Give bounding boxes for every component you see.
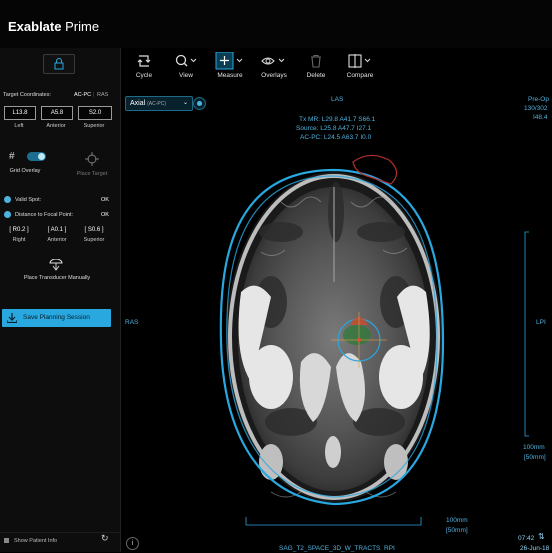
vertical-scale-secondary: [50mm] xyxy=(524,454,546,461)
offset-anterior-value: [ A0.1 ] xyxy=(47,227,67,233)
offset-superior-value: [ S0.6 ] xyxy=(84,227,104,233)
delete-button[interactable]: Delete xyxy=(302,52,330,79)
view-mode-sub: (AC-PC) xyxy=(147,101,167,107)
orientation-right: LPI xyxy=(536,319,546,326)
sort-arrows-icon[interactable]: ⇅ xyxy=(538,532,545,541)
place-target-button[interactable]: Place Target xyxy=(70,171,114,177)
coord-left-label: Left xyxy=(14,123,24,129)
measure-button[interactable]: Measure xyxy=(214,52,246,79)
place-transducer-button[interactable]: Place Transducer Manually xyxy=(2,275,112,281)
lock-button[interactable] xyxy=(43,54,75,74)
grid-overlay-toggle[interactable] xyxy=(27,152,46,161)
distance-status: OK xyxy=(101,212,109,218)
cycle-label: Cycle xyxy=(135,72,153,79)
download-icon xyxy=(7,313,17,323)
view-sync-button[interactable] xyxy=(193,97,206,110)
tx-mr-coords: Tx MR: L29.8 A41.7 S66.1 xyxy=(299,116,376,123)
coord-system-acpc[interactable]: AC-PC xyxy=(74,92,91,98)
valid-spot-check-icon xyxy=(4,196,11,203)
measure-label: Measure xyxy=(217,72,243,79)
overlays-label: Overlays xyxy=(261,72,287,79)
lock-icon xyxy=(54,58,64,70)
trash-icon xyxy=(302,52,330,70)
brand-bold: Exablate xyxy=(8,19,62,34)
distance-check-icon xyxy=(4,211,11,218)
patient-info-icon xyxy=(4,538,9,543)
app-brand: Exablate Prime xyxy=(8,19,99,34)
series-name: SAG_T2_SPACE_3D_W_TRACTS xyxy=(279,545,381,552)
view-label: View xyxy=(179,72,193,79)
source-coords: Source: L25.8 A47.7 I27.1 xyxy=(296,125,372,132)
coord-superior-label: Superior xyxy=(83,123,105,129)
save-planning-session-button[interactable]: Save Planning Session xyxy=(2,309,111,327)
toggle-knob xyxy=(38,153,45,160)
offset-anterior-label: Anterior xyxy=(47,237,67,243)
acpc-coords: AC-PC: L24.5 A63.7 I0.0 xyxy=(300,134,372,141)
show-patient-info-label[interactable]: Show Patient Info xyxy=(14,538,57,544)
cycle-button[interactable]: Cycle xyxy=(129,52,159,79)
offset-superior-label: Superior xyxy=(83,237,105,243)
coord-system-ras[interactable]: RAS xyxy=(97,92,108,98)
offset-right-label: Right xyxy=(12,237,26,243)
scan-time: 07:42 xyxy=(518,535,535,542)
valid-spot-label: Valid Spot: xyxy=(15,197,42,203)
coord-anterior-value[interactable]: A5.8 xyxy=(41,106,73,120)
preop-label: Pre-Op xyxy=(528,96,549,103)
top-bar: Exablate Prime xyxy=(0,0,552,48)
sync-icon xyxy=(197,101,202,106)
compare-icon xyxy=(343,52,377,70)
chevron-down-icon: ⌄ xyxy=(182,100,188,106)
refresh-icon[interactable]: ↻ xyxy=(101,533,109,544)
coord-superior-value[interactable]: S2.0 xyxy=(78,106,112,120)
slice-index: 130/302 xyxy=(524,105,548,112)
cycle-icon xyxy=(129,52,159,70)
vertical-scale-primary: 100mm xyxy=(523,444,545,451)
eye-icon xyxy=(258,52,290,70)
horizontal-scale-primary: 100mm xyxy=(446,517,468,524)
plus-icon xyxy=(214,52,246,70)
scan-date: 26-Jun-18 xyxy=(520,545,550,552)
compare-button[interactable]: Compare xyxy=(343,52,377,79)
save-planning-session-label: Save Planning Session xyxy=(23,314,90,321)
brand-rest: Prime xyxy=(61,19,100,34)
view-mode-label: Axial xyxy=(130,100,146,107)
view-mode-select[interactable]: Axial (AC-PC) ⌄ xyxy=(125,96,193,111)
orientation-top: LAS xyxy=(331,96,344,103)
grid-icon: # xyxy=(9,151,15,162)
crosshair-icon xyxy=(85,152,99,171)
overlays-button[interactable]: Overlays xyxy=(258,52,290,79)
compare-label: Compare xyxy=(346,72,374,79)
transducer-icon xyxy=(49,258,63,276)
coord-divider: | xyxy=(93,92,95,98)
slice-position: I48.4 xyxy=(533,114,548,121)
image-viewer[interactable] xyxy=(121,92,552,552)
delete-label: Delete xyxy=(306,72,326,79)
view-button[interactable]: View xyxy=(171,52,201,79)
magnifier-icon xyxy=(171,52,201,70)
target-coordinates-label: Target Coordinates: xyxy=(3,92,51,98)
orientation-bottom: RPI xyxy=(384,545,395,552)
coord-anterior-label: Anterior xyxy=(46,123,66,129)
info-icon[interactable]: i xyxy=(126,537,139,550)
grid-overlay-label: Grid Overlay xyxy=(9,168,41,174)
distance-label: Distance to Focal Point: xyxy=(15,212,74,218)
valid-spot-status: OK xyxy=(101,197,109,203)
mri-brain-image xyxy=(219,154,529,526)
horizontal-scale-secondary: [50mm] xyxy=(446,527,468,534)
coord-left-value[interactable]: L13.8 xyxy=(4,106,36,120)
offset-right-value: [ R0.2 ] xyxy=(9,227,29,233)
orientation-left: RAS xyxy=(125,319,139,326)
